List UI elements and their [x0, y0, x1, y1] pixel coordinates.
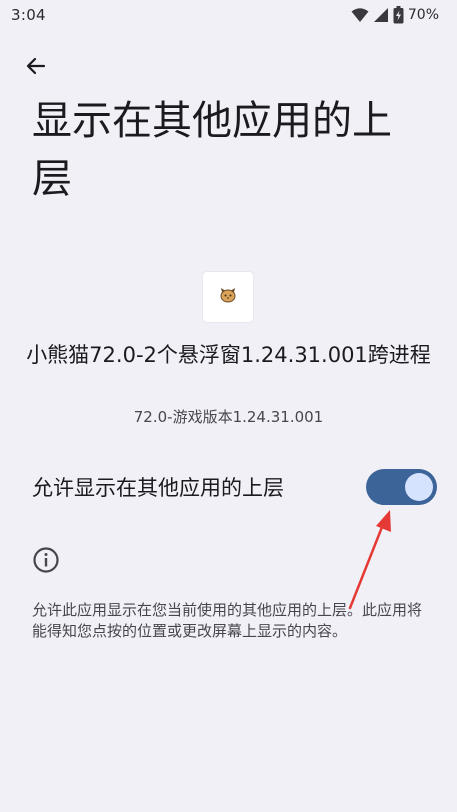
switch-thumb: [405, 473, 433, 501]
status-bar: 3:04 70%: [0, 0, 457, 32]
app-name: 小熊猫72.0-2个悬浮窗1.24.31.001跨进程: [26, 343, 431, 367]
page-title: 显示在其他应用的上层: [32, 98, 392, 202]
cellular-icon: [373, 7, 389, 23]
permission-switch[interactable]: [366, 469, 437, 505]
arrow-left-icon: [24, 54, 48, 82]
battery-icon: [393, 6, 404, 24]
status-icons: 70%: [351, 6, 439, 24]
info-icon: [32, 546, 60, 574]
annotation-arrow-icon: [340, 508, 400, 614]
permission-label: 允许显示在其他应用的上层: [32, 476, 284, 500]
app-icon: [203, 272, 253, 322]
battery-percent: 70%: [407, 7, 439, 23]
status-time: 3:04: [11, 6, 46, 24]
app-version: 72.0-游戏版本1.24.31.001: [133, 408, 324, 426]
wifi-icon: [351, 7, 369, 23]
permission-toggle-row[interactable]: 允许显示在其他应用的上层: [0, 458, 457, 516]
app-cat-icon: [219, 287, 237, 307]
back-button[interactable]: [16, 48, 56, 88]
permission-description: 允许此应用显示在您当前使用的其他应用的上层。此应用将能得知您点按的位置或更改屏幕…: [32, 601, 423, 640]
